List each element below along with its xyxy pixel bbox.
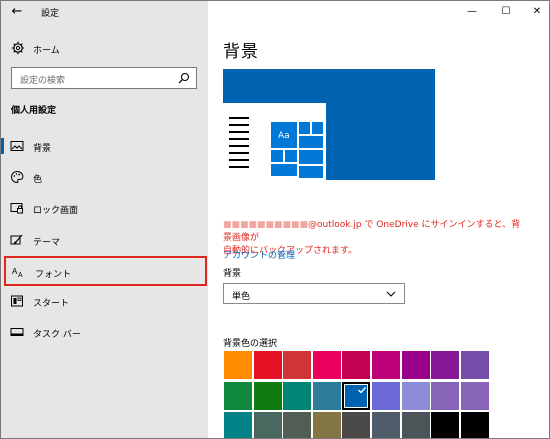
color-swatch[interactable]: [312, 351, 341, 379]
background-label: 背景: [223, 269, 242, 279]
background-type-dropdown[interactable]: 単色: [223, 283, 405, 304]
search-icon[interactable]: [178, 72, 190, 84]
color-swatch[interactable]: [431, 381, 460, 410]
page-title: 背景: [223, 42, 259, 62]
blurred-email: ■■■■■■■■■■: [223, 220, 309, 230]
color-swatch[interactable]: [401, 381, 430, 410]
sidebar-item-label: 背景: [33, 144, 52, 154]
home-label: ホーム: [33, 46, 60, 56]
color-swatch[interactable]: [283, 412, 312, 438]
home-nav[interactable]: ホーム: [1, 37, 208, 61]
maximize-button[interactable]: ☐: [490, 1, 522, 23]
font-icon: A A: [12, 267, 23, 279]
search-input[interactable]: 設定の検索: [11, 67, 197, 89]
color-swatch[interactable]: [312, 381, 341, 410]
theme-brush-icon: [10, 234, 23, 245]
color-swatch[interactable]: [431, 351, 460, 379]
start-icon: [11, 295, 23, 307]
colors-label: 背景色の選択: [223, 339, 278, 349]
color-swatch[interactable]: [224, 412, 252, 438]
settings-window: ← 設定 ホーム 設定の検索 個人用設定 背景 色 ロック画面 テーマ A A …: [0, 0, 550, 439]
back-button[interactable]: ←: [9, 4, 25, 20]
color-swatch[interactable]: [224, 351, 252, 379]
background-preview: Aa: [223, 69, 435, 180]
taskbar-icon: [10, 328, 24, 336]
sidebar-item-lock-screen[interactable]: ロック画面: [1, 194, 208, 222]
dropdown-value: 単色: [232, 292, 251, 302]
color-swatch[interactable]: [253, 412, 282, 438]
color-swatch[interactable]: [372, 381, 400, 410]
color-swatch[interactable]: [401, 412, 430, 438]
minimize-button[interactable]: —: [456, 1, 488, 23]
sidebar-item-label: 色: [33, 175, 43, 185]
svg-text:A: A: [18, 272, 23, 279]
checkmark-icon: [358, 386, 367, 394]
color-swatch[interactable]: [224, 381, 252, 410]
manage-account-link[interactable]: アカウントの管理: [223, 248, 295, 261]
color-swatch[interactable]: [253, 351, 282, 379]
color-swatch[interactable]: [253, 381, 282, 410]
color-swatch[interactable]: [283, 381, 312, 410]
color-swatch[interactable]: [372, 412, 400, 438]
sidebar-item-label: タスク バー: [33, 330, 81, 340]
app-title: 設定: [41, 9, 60, 19]
search-placeholder: 設定の検索: [20, 76, 66, 86]
preview-tiles: Aa: [271, 122, 323, 180]
color-swatch[interactable]: [342, 381, 371, 410]
color-swatch[interactable]: [431, 412, 460, 438]
color-swatch[interactable]: [401, 351, 430, 379]
sidebar-item-start[interactable]: スタート: [1, 287, 208, 315]
sidebar-item-label: フォント: [35, 270, 72, 280]
preview-sample-text: Aa: [278, 131, 290, 141]
sidebar-item-label: テーマ: [33, 238, 61, 248]
palette-icon: [11, 170, 24, 184]
close-button[interactable]: ✕: [521, 1, 549, 23]
preview-tile-main: Aa: [271, 122, 297, 148]
sidebar: ← 設定 ホーム 設定の検索 個人用設定 背景 色 ロック画面 テーマ A A …: [1, 1, 208, 438]
sidebar-item-fonts[interactable]: A A フォント: [4, 256, 207, 286]
color-swatch[interactable]: [460, 381, 489, 410]
sidebar-item-taskbar[interactable]: タスク バー: [1, 318, 208, 346]
chevron-down-icon: [386, 291, 396, 297]
gear-icon: [11, 41, 25, 55]
preview-start-list: [229, 117, 249, 173]
sidebar-item-label: スタート: [33, 299, 70, 309]
color-swatch[interactable]: [342, 412, 371, 438]
color-swatch[interactable]: [372, 351, 400, 379]
color-swatch[interactable]: [283, 351, 312, 379]
color-swatch[interactable]: [312, 412, 341, 438]
sidebar-item-label: ロック画面: [33, 206, 79, 216]
section-title: 個人用設定: [11, 106, 57, 116]
sidebar-item-background[interactable]: 背景: [1, 132, 208, 160]
color-swatch[interactable]: [342, 351, 371, 379]
sidebar-item-themes[interactable]: テーマ: [1, 226, 208, 254]
lock-screen-icon: [10, 203, 23, 214]
picture-icon: [10, 141, 24, 151]
color-swatch[interactable]: [460, 412, 489, 438]
sidebar-item-colors[interactable]: 色: [1, 163, 208, 191]
color-swatch[interactable]: [460, 351, 489, 379]
